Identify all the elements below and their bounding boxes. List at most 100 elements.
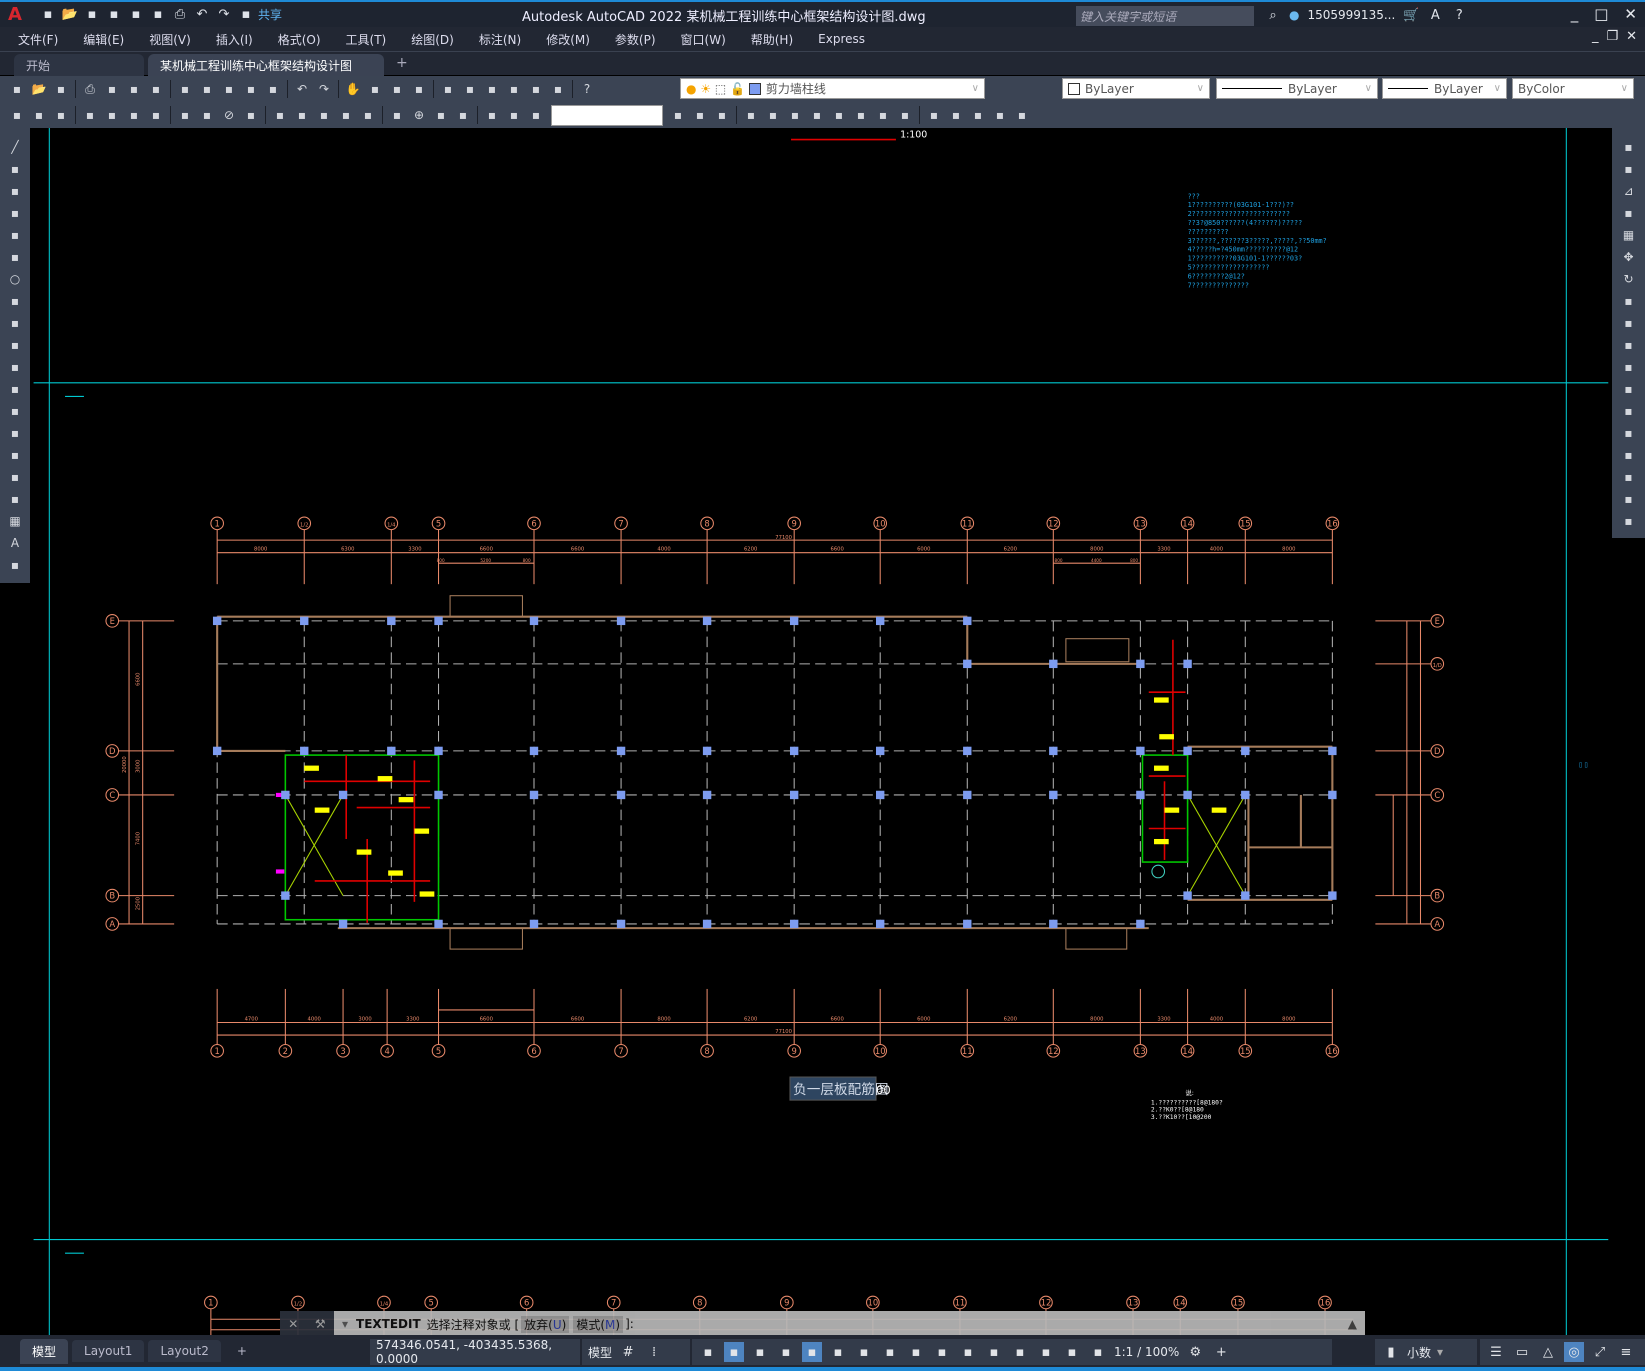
pan-icon[interactable]: ✋ <box>344 80 362 98</box>
fillet-icon[interactable]: ▪ <box>1620 468 1638 486</box>
dim-text-edit-icon[interactable]: ▪ <box>505 106 523 124</box>
dynamic-ucs-icon[interactable]: ▪ <box>958 1342 978 1362</box>
coordinates-display[interactable]: 574346.0541, -403435.5368, 0.0000 <box>370 1338 580 1366</box>
scale-icon[interactable]: ▪ <box>1620 292 1638 310</box>
zoom-realtime-icon[interactable]: ▪ <box>366 80 384 98</box>
join-icon[interactable]: ▪ <box>1620 424 1638 442</box>
diameter-icon[interactable]: ⊘ <box>220 106 238 124</box>
open-icon[interactable]: 📂 <box>62 7 78 23</box>
extend-icon[interactable]: ▪ <box>1620 358 1638 376</box>
arc-icon[interactable]: ▪ <box>6 248 24 266</box>
doc-close-button[interactable]: ✕ <box>1626 29 1637 44</box>
ordinate-icon[interactable]: ▪ <box>147 106 165 124</box>
preview-icon[interactable]: ▪ <box>103 80 121 98</box>
make-block-icon[interactable]: ▪ <box>6 402 24 420</box>
command-line[interactable]: ✕ ⚒ ▾ TEXTEDIT 选择注释对象或 [ 放弃(U) 模式(M) ]: ▲ <box>280 1311 1365 1337</box>
aligned-dim-icon[interactable]: ▪ <box>103 106 121 124</box>
units-dropdown[interactable]: 小数 <box>1407 1344 1431 1361</box>
tab-layout1[interactable]: Layout1 <box>72 1340 145 1362</box>
clean-icon[interactable]: ▪ <box>947 106 965 124</box>
workspace-gear-icon[interactable]: ⚙ <box>1185 1342 1205 1362</box>
region-icon[interactable]: ▪ <box>6 490 24 508</box>
radius-icon[interactable]: ▪ <box>176 106 194 124</box>
command-history-icon[interactable]: ▲ <box>1348 1317 1357 1331</box>
maximize-button[interactable]: □ <box>1594 5 1608 23</box>
close-command-icon[interactable]: ✕ <box>288 1317 298 1331</box>
xline-icon[interactable]: ▪ <box>6 160 24 178</box>
menu-item[interactable]: 工具(T) <box>346 31 387 48</box>
snap-icon[interactable]: ⁞ <box>644 1342 664 1362</box>
polygon-icon[interactable]: ▪ <box>6 204 24 222</box>
redo-icon[interactable]: ↷ <box>216 7 232 23</box>
copy-faces-icon[interactable]: ▪ <box>874 106 892 124</box>
plot-icon[interactable]: ⎙ <box>81 80 99 98</box>
rotate-faces-icon[interactable]: ▪ <box>830 106 848 124</box>
zoom-window-icon[interactable]: ▪ <box>388 80 406 98</box>
menu-item[interactable]: 标注(N) <box>479 31 521 48</box>
tab-layout2[interactable]: Layout2 <box>148 1340 221 1362</box>
add-selected-icon[interactable]: ▪ <box>6 556 24 574</box>
erase-icon[interactable]: ▪ <box>1620 138 1638 156</box>
plot-icon[interactable]: ⎙ <box>172 7 188 23</box>
color-faces-icon[interactable]: ▪ <box>896 106 914 124</box>
markup-icon[interactable]: ▪ <box>527 80 545 98</box>
menu-item[interactable]: 文件(F) <box>18 31 58 48</box>
lineweight-dropdown[interactable]: ByLayer ∨ <box>1382 78 1507 99</box>
polyline-icon[interactable]: ▪ <box>6 182 24 200</box>
menu-item[interactable]: Express <box>818 32 865 46</box>
undo-icon[interactable]: ↶ <box>293 80 311 98</box>
angular-icon[interactable]: ▪ <box>242 106 260 124</box>
infer-constraints-icon[interactable]: ▪ <box>724 1342 744 1362</box>
intersect-icon[interactable]: ▪ <box>713 106 731 124</box>
linear-dim-icon[interactable]: ▪ <box>81 106 99 124</box>
object-snap-icon[interactable]: ▪ <box>828 1342 848 1362</box>
polar-tracking-icon[interactable]: ▪ <box>750 1342 770 1362</box>
sheet-set-icon[interactable]: ▪ <box>505 80 523 98</box>
jogged-linear-icon[interactable]: ▪ <box>454 106 472 124</box>
plotstyle-dropdown[interactable]: ByColor ∨ <box>1512 78 1634 99</box>
hatch-icon[interactable]: ▪ <box>6 446 24 464</box>
insert-block-icon[interactable]: ▪ <box>6 380 24 398</box>
publish-icon[interactable]: ▪ <box>125 80 143 98</box>
undo-icon[interactable]: ↶ <box>194 7 210 23</box>
save-as-icon[interactable]: ▪ <box>106 7 122 23</box>
help-icon[interactable]: ? <box>578 80 596 98</box>
jogged-icon[interactable]: ▪ <box>198 106 216 124</box>
color-dropdown[interactable]: ByLayer ∨ <box>1062 78 1210 99</box>
table-icon[interactable]: ▦ <box>6 512 24 530</box>
drawing-canvas[interactable]: 1:100 1 1/2 1/4 5 6 7 8 9 10 11 12 13 14 15 16 77100 8000… <box>0 128 1645 1335</box>
annotation-scale-value[interactable]: 1:1 / 100% <box>1114 1345 1179 1359</box>
paste-icon[interactable]: ▪ <box>220 80 238 98</box>
dim-style-dropdown[interactable] <box>551 104 663 126</box>
imprint-icon[interactable]: ▪ <box>925 106 943 124</box>
quick-dim-icon[interactable]: ▪ <box>271 106 289 124</box>
mtext-icon[interactable]: A <box>6 534 24 552</box>
share-button[interactable]: 共享 <box>258 6 282 23</box>
qnew-icon[interactable]: ▪ <box>8 80 26 98</box>
rectangle-icon[interactable]: ▪ <box>6 226 24 244</box>
isolate-objects-icon[interactable]: △ <box>1538 1342 1558 1362</box>
arc-length-icon[interactable]: ▪ <box>125 106 143 124</box>
annotation-scale-icon[interactable]: ▪ <box>1088 1342 1108 1362</box>
linetype-dropdown[interactable]: ByLayer ∨ <box>1216 78 1378 99</box>
center-mark-icon[interactable]: ⊕ <box>410 106 428 124</box>
save-web-icon[interactable]: ▪ <box>150 7 166 23</box>
ellipse-arc-icon[interactable]: ▪ <box>6 358 24 376</box>
customize-command-icon[interactable]: ⚒ <box>315 1317 326 1331</box>
stretch-icon[interactable]: ▪ <box>1620 314 1638 332</box>
save-icon[interactable]: ▪ <box>52 80 70 98</box>
trim-icon[interactable]: ▪ <box>1620 336 1638 354</box>
line-icon[interactable]: ╱ <box>6 138 24 156</box>
clean-screen-icon[interactable]: ⤢ <box>1590 1342 1610 1362</box>
tab-start[interactable]: 开始 <box>14 54 144 76</box>
menu-item[interactable]: 修改(M) <box>546 31 590 48</box>
move-faces-icon[interactable]: ▪ <box>764 106 782 124</box>
auto-scale-icon[interactable]: ▪ <box>1062 1342 1082 1362</box>
open-icon[interactable]: 📂 <box>30 80 48 98</box>
tolerance-icon[interactable]: ▪ <box>388 106 406 124</box>
shell-icon[interactable]: ▪ <box>991 106 1009 124</box>
gradient-icon[interactable]: ▪ <box>6 468 24 486</box>
mirror-icon[interactable]: ⊿ <box>1620 182 1638 200</box>
separate-icon[interactable]: ▪ <box>969 106 987 124</box>
ellipse-icon[interactable]: ▪ <box>6 336 24 354</box>
